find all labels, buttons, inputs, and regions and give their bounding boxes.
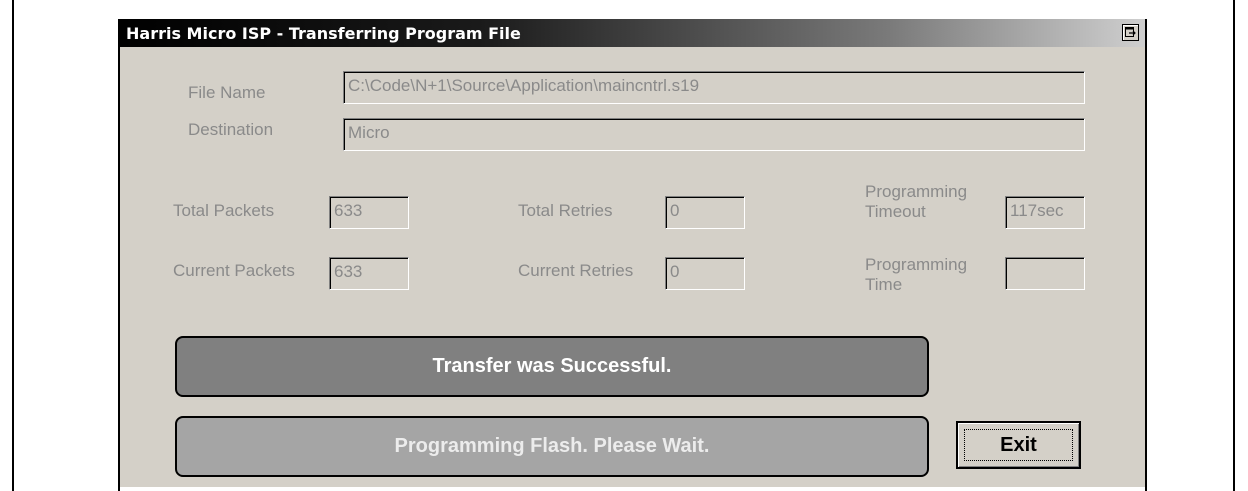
- total-retries-field[interactable]: 0: [665, 196, 745, 229]
- current-packets-field[interactable]: 633: [329, 257, 409, 290]
- exit-button[interactable]: Exit: [956, 421, 1081, 469]
- exit-button-label: Exit: [1000, 434, 1037, 456]
- outer-frame-left: [12, 0, 14, 491]
- outer-frame-right: [1233, 0, 1235, 491]
- current-retries-field[interactable]: 0: [665, 257, 745, 290]
- restore-window-icon[interactable]: [1122, 24, 1139, 41]
- programming-flash-banner: Programming Flash. Please Wait.: [175, 416, 929, 477]
- window-border-right: [1145, 19, 1147, 491]
- programming-time-field[interactable]: [1005, 257, 1085, 290]
- programming-time-label-1: Programming: [865, 255, 968, 274]
- total-packets-field[interactable]: 633: [329, 196, 409, 229]
- total-packets-label: Total Packets: [173, 201, 275, 220]
- file-name-label: File Name: [188, 83, 266, 102]
- current-packets-label: Current Packets: [173, 261, 295, 280]
- title-bar[interactable]: Harris Micro ISP - Transferring Program …: [120, 19, 1145, 47]
- isp-dialog: Harris Micro ISP - Transferring Program …: [120, 19, 1145, 487]
- window-title: Harris Micro ISP - Transferring Program …: [126, 24, 521, 43]
- destination-field[interactable]: Micro: [343, 118, 1085, 151]
- programming-timeout-field[interactable]: 117sec: [1005, 196, 1085, 229]
- destination-label: Destination: [188, 120, 274, 139]
- file-name-field[interactable]: C:\Code\N+1\Source\Application\maincntrl…: [343, 71, 1085, 104]
- current-retries-label: Current Retries: [518, 261, 634, 280]
- transfer-success-banner: Transfer was Successful.: [175, 336, 929, 397]
- programming-time-label-2: Time: [865, 275, 903, 294]
- total-retries-label: Total Retries: [518, 201, 613, 220]
- programming-timeout-label-1: Programming: [865, 182, 968, 201]
- programming-timeout-label-2: Timeout: [865, 202, 926, 221]
